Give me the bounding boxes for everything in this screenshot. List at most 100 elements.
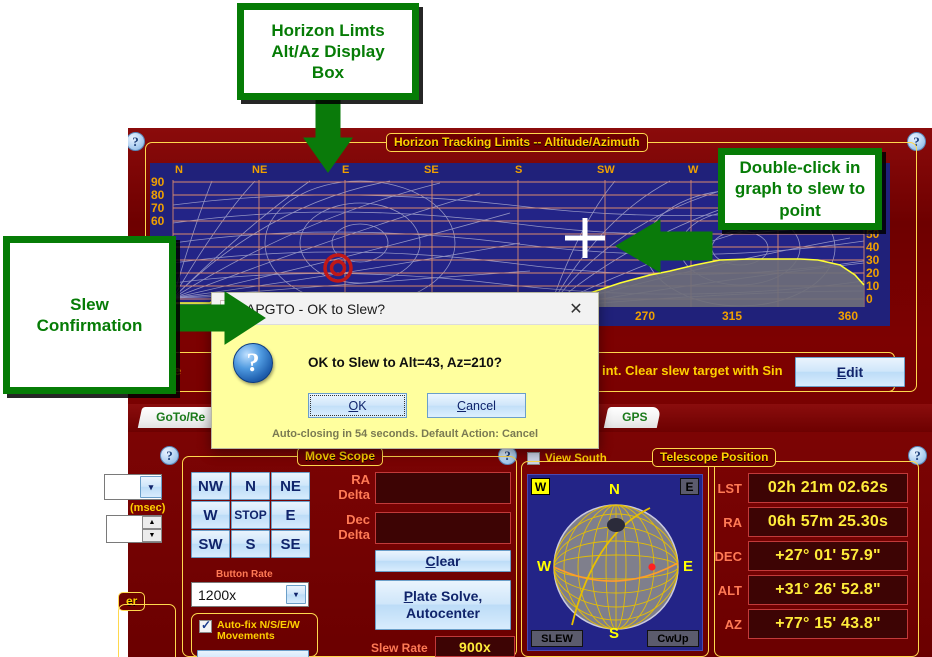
az-tick-225: 225 [178,309,199,323]
telescope-row-alt-value: +31° 26' 52.8" [748,575,908,605]
alt-label-right-20: 20 [866,266,880,280]
move-e-button[interactable]: E [271,501,310,529]
autofix-label: Auto-fix N/S/E/W Movements [217,619,300,642]
slew-confirm-dialog[interactable]: ⌂ APGTO - OK to Slew? ✕ ? OK to Slew to … [211,292,599,449]
ra-delta-field[interactable] [375,472,511,504]
status-text-right: int. Clear slew target with Sin [602,363,783,378]
button-rate-combo[interactable]: 1200x ▾ [191,582,309,607]
telescope-row-ra-value: 06h 57m 25.30s [748,507,908,537]
azimuth-label-n: N [175,164,183,176]
ra-delta-label: RA Delta [338,472,370,502]
clear-button-label: Clear [425,553,461,569]
globe-cardinal-n: N [609,481,620,498]
left-partial-group-frame [118,604,176,657]
edit-button-label: Edit [836,364,864,380]
direction-pad[interactable]: NW N NE W STOP E SW S SE [191,472,310,558]
telescope-row-dec-label: DEC [714,548,742,564]
telescope-row-dec-value: +27° 01' 57.9" [748,541,908,571]
horizon-group-title: Horizon Tracking Limits -- Altitude/Azim… [386,133,648,152]
telescope-row-ra: RA 06h 57m 25.30s [706,507,924,537]
screenshot-root: ? ? Horizon Tracking Limits -- Altitude/… [0,0,932,657]
apgto-app-icon: ⌂ [220,299,238,318]
move-nw-button[interactable]: NW [191,472,230,500]
help-icon-label: ? [132,133,139,149]
callout-slew-confirmation-text: Slew Confirmation [36,294,143,335]
move-s-button[interactable]: S [231,530,270,558]
left-combo-dropdown-arrow[interactable]: ▾ [140,476,162,498]
azimuth-label-w: W [688,164,699,176]
callout-slew-confirmation: Slew Confirmation [3,236,176,394]
ok-button[interactable]: OK [308,393,407,418]
az-tick-270-b: 270 [635,309,656,323]
alt-label-left-60: 60 [151,214,165,228]
azimuth-label-ne: NE [252,164,268,176]
dialog-title-text: APGTO - OK to Slew? [246,300,386,317]
move-ne-label: NE [280,477,301,495]
slew-rate-value-field: 900x [435,636,515,657]
move-w-label: W [203,506,218,524]
move-stop-button[interactable]: STOP [231,501,270,529]
callout-double-click: Double-click in graph to slew to point [718,148,882,230]
telescope-row-az: AZ +77° 15' 43.8" [706,609,924,639]
azimuth-label-se: SE [424,164,439,176]
cancel-button[interactable]: Cancel [427,393,526,418]
dialog-titlebar: ⌂ APGTO - OK to Slew? ✕ [212,293,598,325]
autofix-checkbox-row[interactable]: Auto-fix N/S/E/WMovements [199,618,300,642]
globe-cardinal-e: E [682,558,693,575]
callout-horizon-box-text: Horizon Limts Alt/Az Display Box [271,20,385,83]
globe-cardinal-w: W [537,558,552,575]
msec-label: (msec) [130,502,166,514]
alt-label-left-80: 80 [151,188,165,202]
move-s-label: S [245,535,256,553]
telescope-row-alt: ALT +31° 26' 52.8" [706,575,924,605]
callout-double-click-text: Double-click in graph to slew to point [734,158,866,220]
globe-corner-west-badge: W [531,478,550,495]
telescope-row-lst-value: 02h 21m 02.62s [748,473,908,503]
spinner-down-icon[interactable]: ▼ [142,529,162,542]
move-n-label: N [245,477,256,495]
move-sw-label: SW [198,535,223,553]
globe-cardinal-s: S [609,625,620,642]
tab-goto-recal[interactable]: GoTo/Re [137,407,220,428]
azimuth-label-s: S [515,164,523,176]
close-icon[interactable]: ✕ [554,293,598,324]
tab-gps[interactable]: GPS [603,407,662,428]
telescope-row-lst: LST 02h 21m 02.62s [706,473,924,503]
telescope-row-alt-label: ALT [717,582,742,598]
move-n-button[interactable]: N [231,472,270,500]
dialog-message: OK to Slew to Alt=43, Az=210? [307,355,503,370]
sky-view-globe[interactable]: W E N S W E SLEW CwUp [527,474,703,651]
partial-bottom-button[interactable] [197,650,309,657]
alt-label-right-30: 30 [866,253,880,267]
telescope-row-az-value: +77° 15' 43.8" [748,609,908,639]
move-sw-button[interactable]: SW [191,530,230,558]
telescope-position-rows: LST 02h 21m 02.62s RA 06h 57m 25.30s DEC… [706,473,924,639]
az-tick-315-b: 315 [722,309,743,323]
callout-horizon-box: Horizon Limts Alt/Az Display Box [237,3,419,100]
plate-solve-button[interactable]: Plate Solve, Autocenter [375,580,511,630]
telescope-row-lst-label: LST [717,480,742,496]
move-ne-button[interactable]: NE [271,472,310,500]
telescope-row-dec: DEC +27° 01' 57.9" [706,541,924,571]
spinner-up-icon[interactable]: ▲ [142,516,162,529]
azimuth-label-sw: SW [597,164,615,176]
azimuth-label-e: E [342,164,350,176]
alt-label-left-90: 90 [151,175,165,189]
edit-button[interactable]: Edit [795,357,905,387]
ok-button-label: OK [348,398,367,413]
dec-delta-field[interactable] [375,512,511,544]
move-w-button[interactable]: W [191,501,230,529]
clear-button[interactable]: Clear [375,550,511,572]
alt-label-right-0: 0 [866,292,873,306]
tab-gps-label: GPS [622,410,648,424]
move-stop-label: STOP [234,508,267,522]
button-rate-dropdown-arrow[interactable]: ▾ [286,585,306,604]
left-partial-panel: ▾ (msec) ▲ ▼ er [104,432,186,657]
cancel-button-label: Cancel [457,398,496,413]
az-tick-360-b: 360 [838,309,859,323]
move-se-button[interactable]: SE [271,530,310,558]
autofix-checkbox-icon[interactable] [199,618,212,633]
telescope-row-ra-label: RA [723,514,742,530]
help-icon-move-scope[interactable]: ? [160,446,179,465]
dec-delta-label: Dec Delta [338,512,370,542]
